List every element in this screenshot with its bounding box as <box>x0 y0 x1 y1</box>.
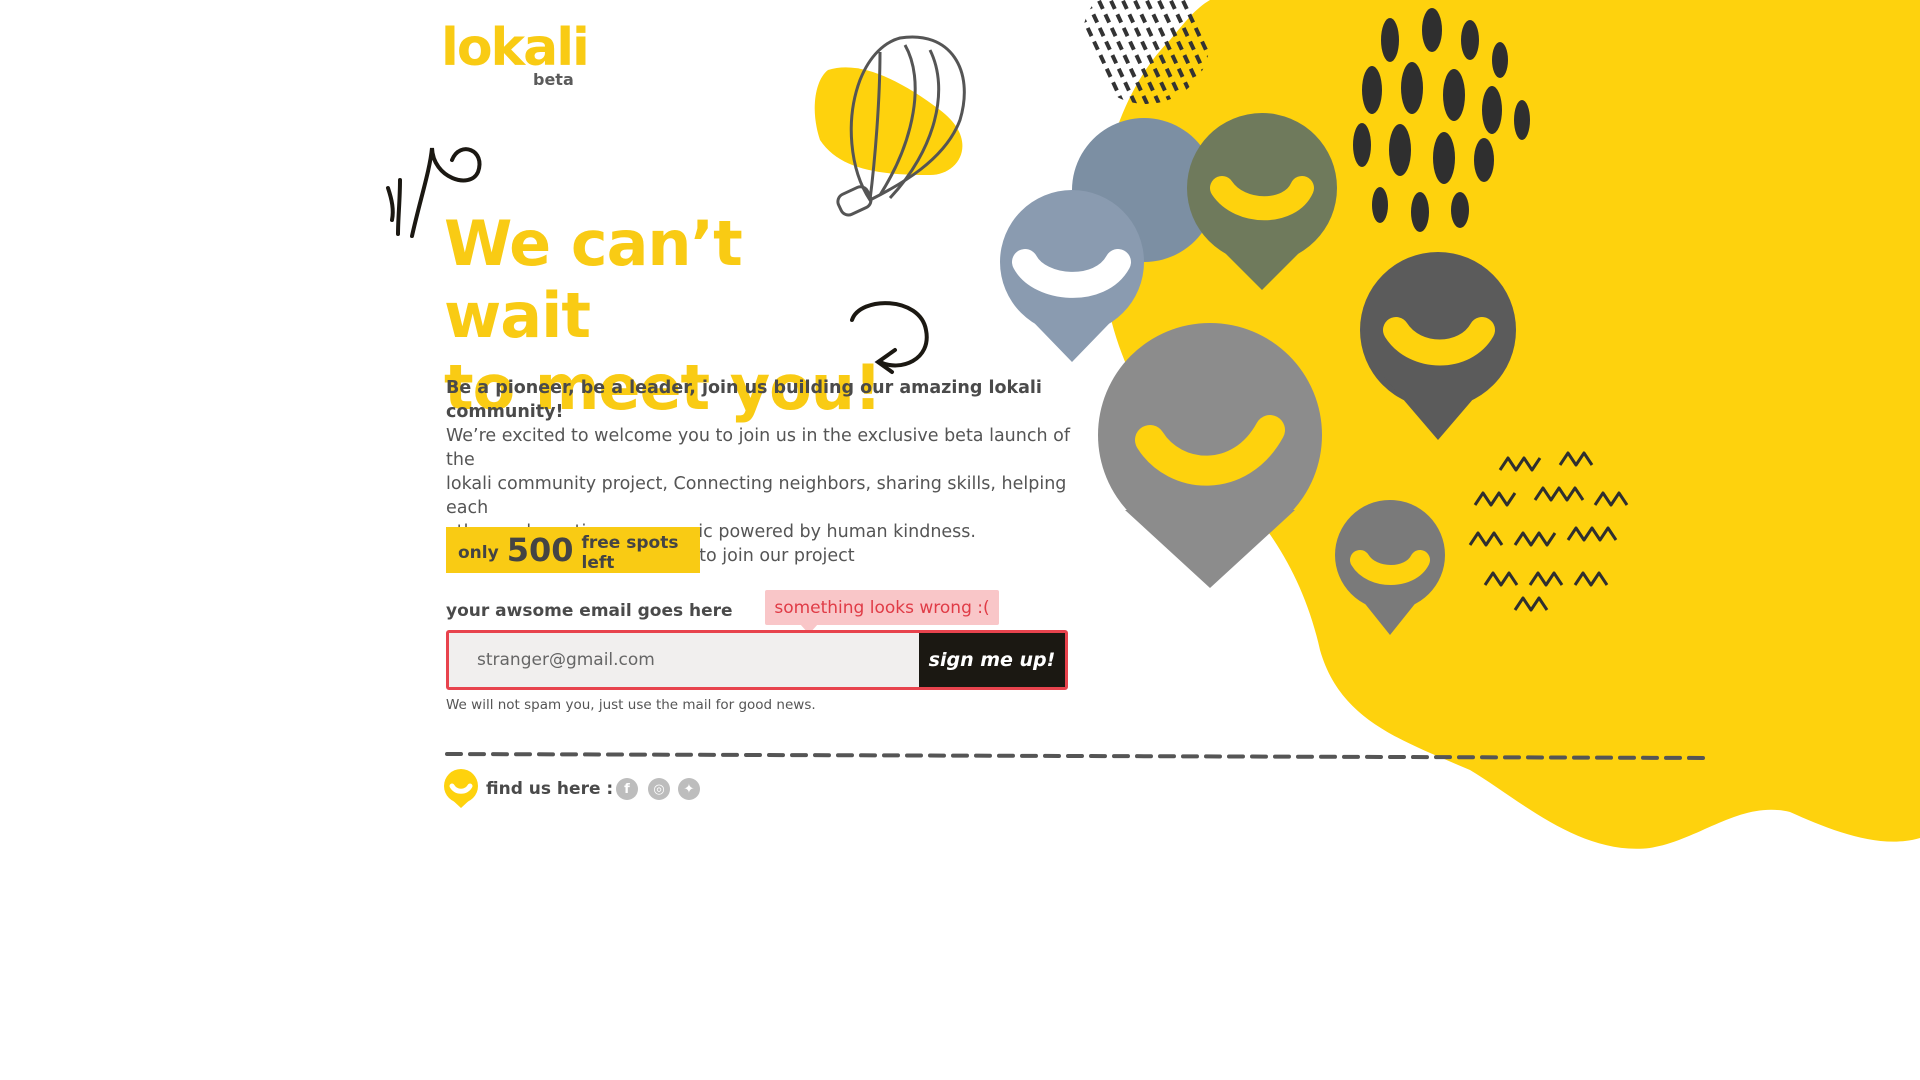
brand-tag: beta <box>533 70 574 89</box>
sign-up-button[interactable]: sign me up! <box>919 633 1065 687</box>
twitter-icon[interactable]: ✦ <box>678 778 700 800</box>
brand-name: lokali <box>441 18 590 78</box>
email-input[interactable] <box>449 633 919 687</box>
footer-pin-icon <box>444 769 478 808</box>
intro-line-1: We’re excited to welcome you to join us … <box>446 426 1071 470</box>
spots-suffix: free spots left <box>581 533 679 573</box>
free-spots-badge: only 500 free spots left <box>446 527 700 573</box>
email-label: your awsome email goes here <box>446 601 733 621</box>
signup-form: sign me up! <box>446 630 1068 690</box>
spots-prefix: only <box>458 543 499 563</box>
hero-title-line1: We can’t wait <box>444 207 743 352</box>
brand-logo[interactable]: lokali beta <box>441 18 590 89</box>
find-us-label: find us here : <box>486 779 614 799</box>
intro-lead: Be a pioneer, be a leader, join us build… <box>446 378 1042 422</box>
spots-count: 500 <box>506 531 574 569</box>
intro-line-2: lokali community project, Connecting nei… <box>446 474 1067 518</box>
no-spam-note: We will not spam you, just use the mail … <box>446 697 816 713</box>
instagram-icon[interactable]: ◎ <box>648 778 670 800</box>
error-tooltip: something looks wrong :( <box>765 590 999 625</box>
balloon-sketch-decoration <box>814 35 966 217</box>
facebook-icon[interactable]: f <box>616 778 638 800</box>
